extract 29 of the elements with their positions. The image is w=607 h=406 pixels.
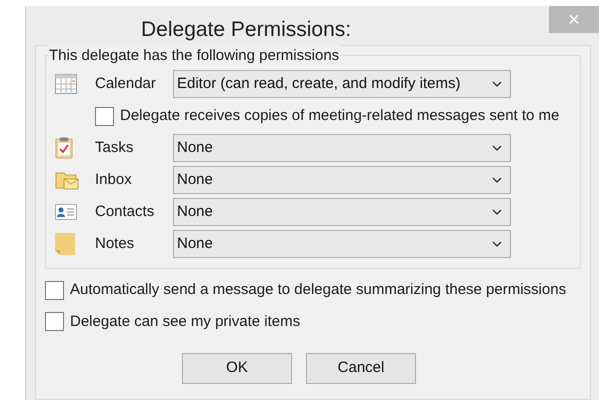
permission-dropdown[interactable]: Editor (can read, create, and modify items): [173, 70, 511, 98]
dialog-button[interactable]: OK: [182, 353, 292, 384]
folder-envelope-icon: [55, 170, 79, 190]
dialog-button[interactable]: Cancel: [306, 353, 416, 384]
permission-dropdown[interactable]: None: [173, 166, 511, 194]
folder-label: Notes: [95, 234, 136, 254]
checkbox-label: Delegate can see my private items: [70, 312, 300, 332]
folder-label: Tasks: [95, 138, 134, 158]
calendar-icon: [55, 74, 77, 94]
chevron-down-icon: [492, 177, 502, 183]
folder-label: Contacts: [95, 202, 156, 222]
chevron-down-icon: [492, 81, 502, 87]
chevron-down-icon: [492, 145, 502, 151]
folder-label: Inbox: [95, 170, 133, 190]
clipboard-check-icon: [55, 137, 73, 159]
permission-dropdown[interactable]: None: [173, 230, 511, 258]
permission-dropdown[interactable]: None: [173, 134, 511, 162]
checkbox-label: Delegate receives copies of meeting-related messages sent to me: [120, 106, 560, 126]
chevron-down-icon: [492, 241, 502, 247]
checkbox[interactable]: [45, 280, 64, 300]
checkbox[interactable]: [45, 312, 64, 332]
note-icon: [55, 233, 75, 255]
checkbox[interactable]: [95, 106, 114, 126]
chevron-down-icon: [492, 209, 502, 215]
contact-card-icon: [55, 204, 77, 220]
checkbox-label: Automatically send a message to delegate summarizing these permissions: [70, 280, 566, 300]
window-title: Delegate Permissions:: [141, 17, 352, 43]
permission-dropdown[interactable]: None: [173, 198, 511, 226]
folder-label: Calendar: [95, 74, 157, 94]
